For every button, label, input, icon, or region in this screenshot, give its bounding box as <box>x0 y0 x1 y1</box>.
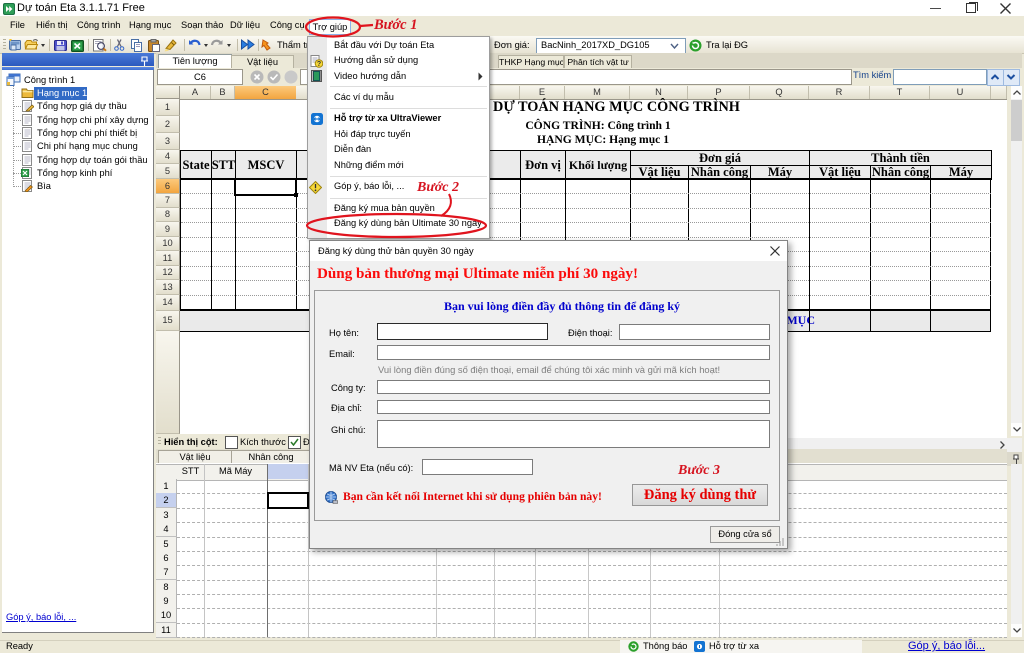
svg-text:?: ? <box>317 61 321 68</box>
